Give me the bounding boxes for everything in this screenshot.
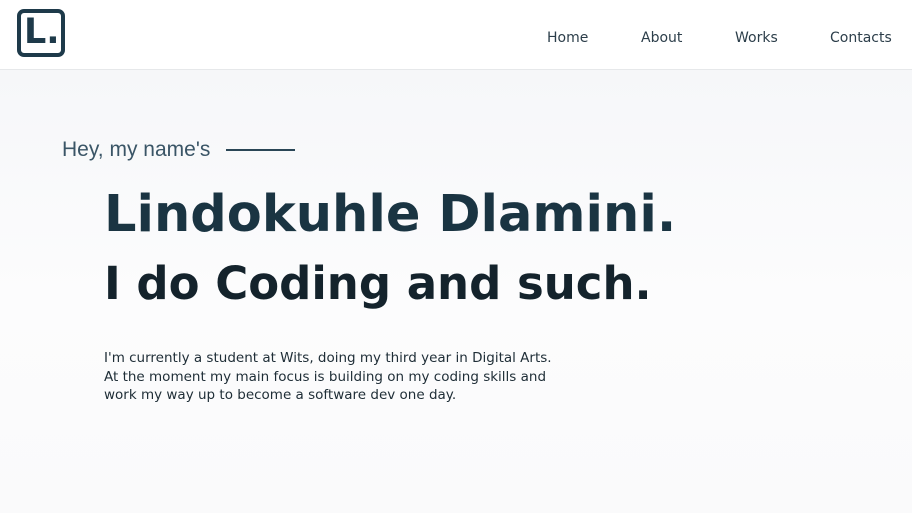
hero-name: Lindokuhle Dlamini.	[104, 185, 677, 244]
nav-works-link[interactable]: Works	[735, 28, 778, 48]
bio-paragraph: I'm currently a student at Wits, doing m…	[104, 349, 552, 405]
logo-mark: L.	[24, 12, 60, 52]
bio-line: I'm currently a student at Wits, doing m…	[104, 350, 552, 366]
bio-line: work my way up to become a software dev …	[104, 387, 457, 403]
nav-contacts-link[interactable]: Contacts	[830, 28, 892, 48]
navbar: L. Home About Works Contacts	[0, 0, 912, 70]
bio-line: At the moment my main focus is building …	[104, 368, 547, 385]
intro-divider	[226, 149, 295, 151]
nav-home-link[interactable]: Home	[547, 28, 588, 48]
intro-text: Hey, my name's	[62, 138, 211, 161]
hero-tagline: I do Coding and such.	[104, 257, 652, 310]
logo[interactable]: L.	[17, 9, 65, 57]
nav-about-link[interactable]: About	[641, 28, 682, 48]
